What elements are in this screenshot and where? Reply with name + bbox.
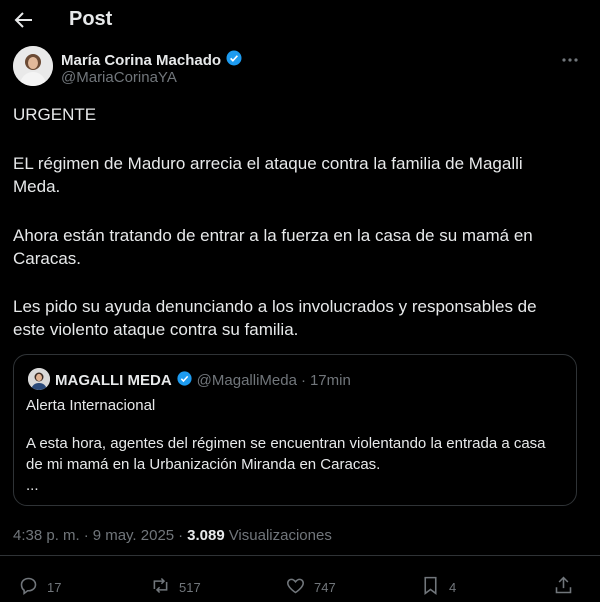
post-text-line: Meda. <box>13 177 61 196</box>
quoted-text-line: de mi mamá en la Urbanización Miranda en… <box>26 456 381 473</box>
post-text-line: EL régimen de Maduro arrecia el ataque c… <box>13 154 523 173</box>
bookmark-button[interactable]: 4 <box>420 575 456 599</box>
page-title: Post <box>69 8 113 30</box>
post-text-line: este violento ataque contra su familia. <box>13 320 299 339</box>
reply-count: 17 <box>47 579 62 595</box>
like-button[interactable]: 747 <box>285 575 336 599</box>
reply-icon <box>18 575 39 599</box>
separator-dot: · <box>300 372 306 389</box>
post-text-line: Ahora están tratando de entrar a la fuer… <box>13 226 533 245</box>
views-count: 3.089 <box>187 527 225 544</box>
repost-button[interactable]: 517 <box>150 575 201 599</box>
verified-badge-icon <box>225 49 243 72</box>
quoted-post[interactable]: MAGALLI MEDA @MagalliMeda · 17min Alerta… <box>13 354 577 506</box>
post-meta: 4:38 p. m. · 9 may. 2025 · 3.089 Visuali… <box>13 527 332 544</box>
quoted-text-line: A esta hora, agentes del régimen se encu… <box>26 435 546 452</box>
reply-button[interactable]: 17 <box>18 575 61 599</box>
bookmark-icon <box>420 575 441 599</box>
post-date[interactable]: 9 may. 2025 <box>93 527 174 544</box>
bookmark-count: 4 <box>449 579 457 595</box>
repost-icon <box>150 575 171 599</box>
post-text-line: Les pido su ayuda denunciando a los invo… <box>13 297 537 316</box>
avatar[interactable] <box>13 46 53 86</box>
verified-badge-icon <box>176 370 193 391</box>
quoted-author-handle: @MagalliMeda <box>196 372 297 389</box>
like-icon <box>285 575 306 599</box>
divider <box>0 555 600 556</box>
post-text-line: URGENTE <box>13 105 97 124</box>
repost-count: 517 <box>179 579 201 595</box>
author-handle[interactable]: @MariaCorinaYA <box>61 69 177 86</box>
separator-dot: · <box>83 527 89 544</box>
post-time[interactable]: 4:38 p. m. <box>13 527 80 544</box>
like-count: 747 <box>314 579 336 595</box>
share-button[interactable] <box>553 575 574 599</box>
separator-dot: · <box>178 527 184 544</box>
quoted-text-line: ... <box>26 477 39 494</box>
quoted-text-line: Alerta Internacional <box>26 397 156 414</box>
views-label: Visualizaciones <box>228 527 332 544</box>
quoted-author-name: MAGALLI MEDA <box>55 372 172 389</box>
quoted-author-row: MAGALLI MEDA @MagalliMeda · 17min <box>55 370 351 391</box>
author-name[interactable]: María Corina Machado <box>61 52 221 69</box>
more-icon[interactable] <box>560 50 580 70</box>
back-arrow-icon[interactable] <box>12 8 36 32</box>
quoted-time: 17min <box>309 372 351 389</box>
post-text-line: Caracas. <box>13 249 82 268</box>
share-icon <box>553 575 574 599</box>
quoted-avatar <box>28 368 50 390</box>
